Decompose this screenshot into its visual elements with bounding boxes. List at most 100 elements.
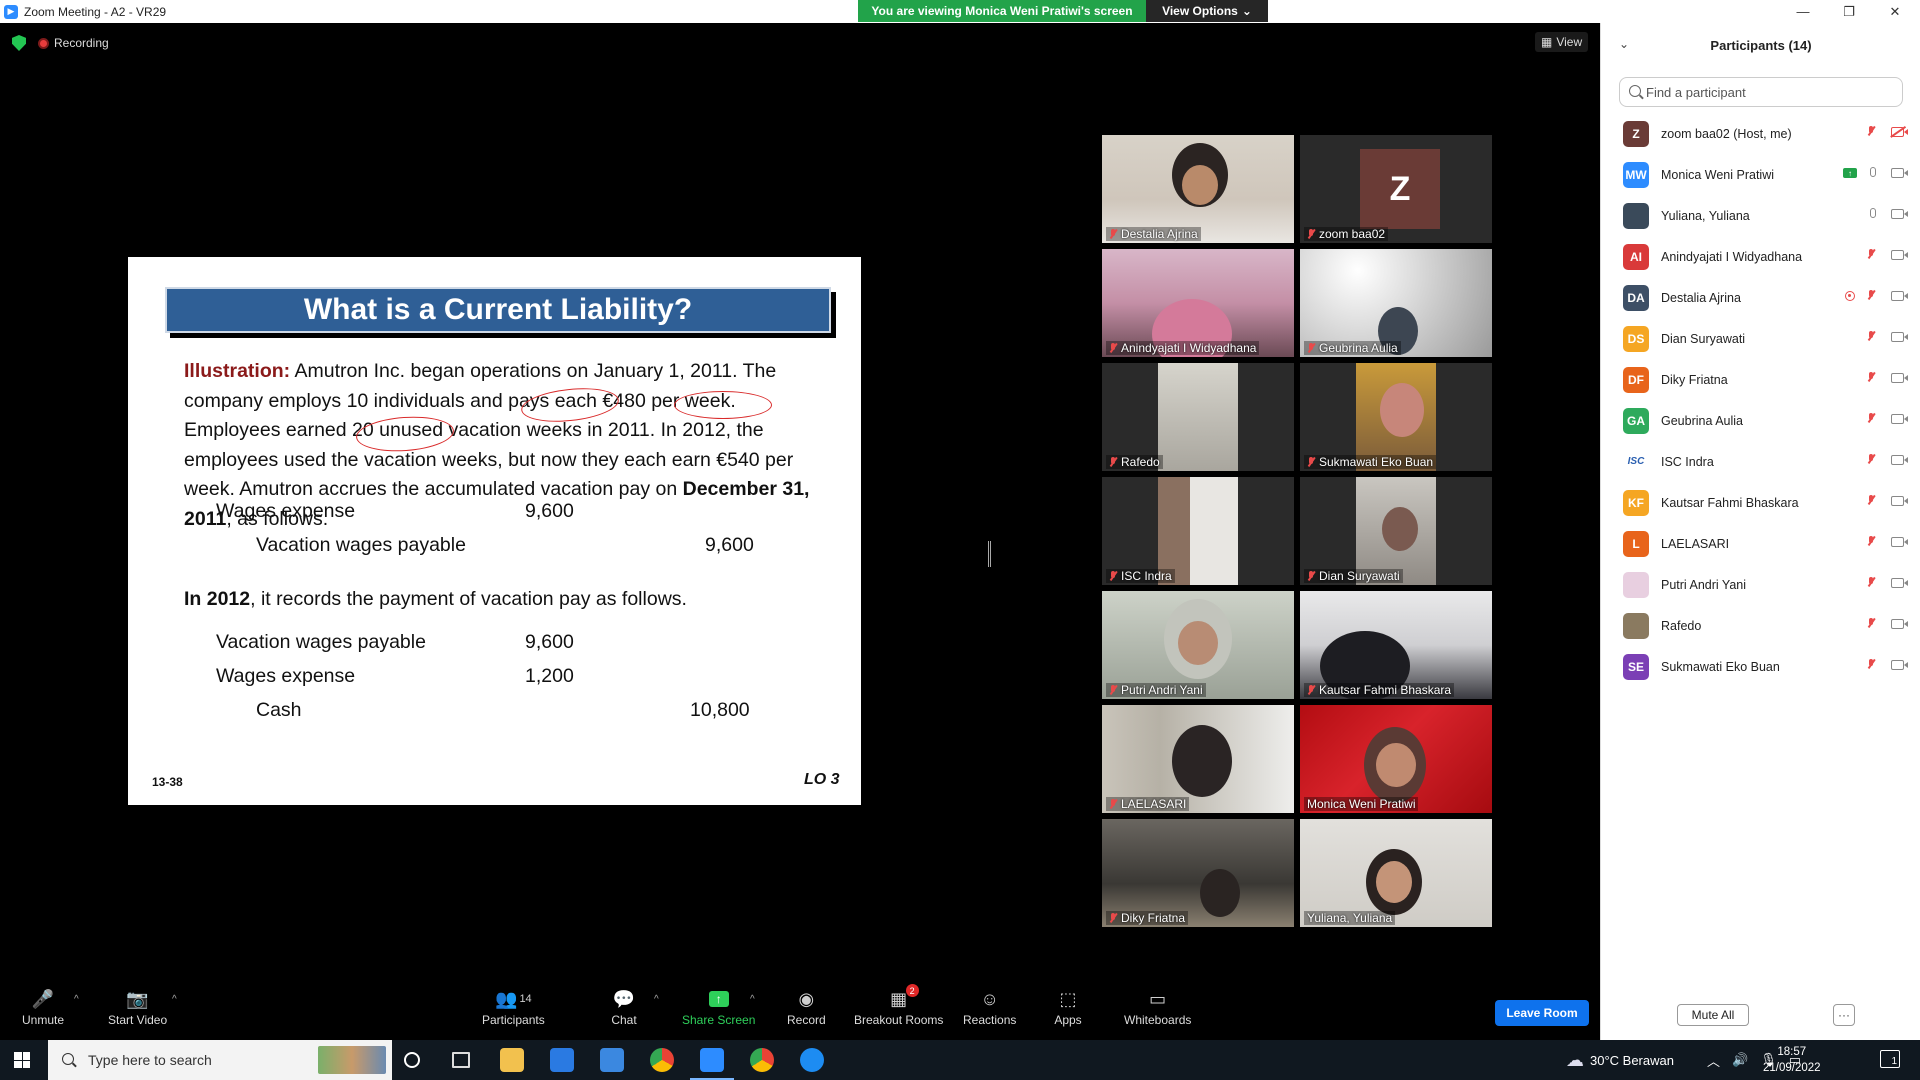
video-tile[interactable]: Geubrina Aulia — [1300, 249, 1492, 357]
restore-button[interactable]: ❐ — [1826, 0, 1872, 23]
view-options-button[interactable]: View Options ⌄ — [1146, 0, 1268, 22]
file-explorer-icon[interactable] — [500, 1048, 524, 1072]
zoom-taskbar-icon[interactable] — [690, 1048, 734, 1080]
participant-row[interactable]: ISC ISC Indra — [1601, 441, 1920, 482]
video-tile[interactable]: Destalia Ajrina — [1102, 135, 1294, 243]
video-camera-icon[interactable] — [1891, 414, 1908, 424]
tile-name: LAELASARI — [1106, 797, 1190, 811]
video-tile[interactable]: Z zoom baa02 — [1300, 135, 1492, 243]
video-tile[interactable]: Sukmawati Eko Buan — [1300, 363, 1492, 471]
video-tile[interactable]: Rafedo — [1102, 363, 1294, 471]
video-camera-icon[interactable] — [1891, 373, 1908, 383]
participant-row[interactable]: SE Sukmawati Eko Buan — [1601, 646, 1920, 687]
participant-row[interactable]: KF Kautsar Fahmi Bhaskara — [1601, 482, 1920, 523]
breakout-rooms-button[interactable]: ▦ 2 Breakout Rooms — [854, 984, 943, 1027]
shared-screen[interactable]: What is a Current Liability? Illustratio… — [6, 257, 982, 805]
video-off-icon[interactable] — [1891, 127, 1908, 137]
store-icon[interactable] — [550, 1048, 574, 1072]
volume-icon[interactable]: 🔊 — [1732, 1052, 1748, 1068]
video-tile[interactable]: Anindyajati I Widyadhana — [1102, 249, 1294, 357]
mic-muted-icon[interactable] — [1867, 659, 1875, 669]
mute-all-button[interactable]: Mute All — [1677, 1004, 1749, 1026]
video-camera-icon[interactable] — [1891, 578, 1908, 588]
video-options-chevron-icon[interactable]: ^ — [172, 994, 177, 1005]
participant-row[interactable]: DS Dian Suryawati — [1601, 318, 1920, 359]
video-camera-icon[interactable] — [1891, 455, 1908, 465]
chrome-icon[interactable] — [750, 1048, 774, 1072]
windows-start-icon[interactable] — [14, 1052, 30, 1068]
weather-text: 30°C Berawan — [1590, 1052, 1674, 1068]
video-tile[interactable]: Diky Friatna — [1102, 819, 1294, 927]
minimize-button[interactable]: — — [1780, 0, 1826, 23]
split-drag-handle[interactable] — [988, 541, 991, 567]
video-camera-icon[interactable] — [1891, 537, 1908, 547]
participant-row[interactable]: Zzoom baa02 (Host, me) — [1601, 113, 1920, 154]
teamviewer-icon[interactable] — [800, 1048, 824, 1072]
video-tile[interactable]: Putri Andri Yani — [1102, 591, 1294, 699]
participant-row[interactable]: Putri Andri Yani — [1601, 564, 1920, 605]
reactions-button[interactable]: ☺ Reactions — [963, 988, 1016, 1028]
video-tile[interactable]: Kautsar Fahmi Bhaskara — [1300, 591, 1492, 699]
video-tile[interactable]: LAELASARI — [1102, 705, 1294, 813]
video-camera-icon[interactable] — [1891, 496, 1908, 506]
mic-muted-icon[interactable] — [1867, 372, 1875, 382]
task-view-icon[interactable] — [452, 1052, 470, 1068]
participant-row[interactable]: L LAELASARI — [1601, 523, 1920, 564]
mic-muted-icon[interactable] — [1867, 577, 1875, 587]
share-options-chevron-icon[interactable]: ^ — [750, 994, 755, 1005]
video-tile-active-speaker[interactable]: Monica Weni Pratiwi — [1300, 705, 1492, 813]
chevron-up-icon[interactable]: ︿ — [1707, 1051, 1720, 1070]
share-screen-button[interactable]: ↑ Share Screen — [682, 988, 755, 1027]
notification-center-icon[interactable]: 1 — [1880, 1050, 1900, 1068]
mic-muted-icon[interactable] — [1867, 290, 1875, 300]
participant-row[interactable]: Yuliana, Yuliana — [1601, 195, 1920, 236]
start-video-button[interactable]: 📷 Start Video — [108, 988, 167, 1028]
participant-row[interactable]: Rafedo — [1601, 605, 1920, 646]
video-camera-icon[interactable] — [1891, 660, 1908, 670]
video-camera-icon[interactable] — [1891, 250, 1908, 260]
video-tile[interactable]: Yuliana, Yuliana — [1300, 819, 1492, 927]
video-camera-icon[interactable] — [1891, 168, 1908, 178]
chat-button[interactable]: 💬 Chat — [610, 988, 638, 1028]
view-layout-button[interactable]: ▦ View — [1535, 32, 1589, 52]
participant-row[interactable]: DA Destalia Ajrina — [1601, 277, 1920, 318]
mic-muted-icon[interactable] — [1867, 495, 1875, 505]
participant-row[interactable]: AI Anindyajati I Widyadhana — [1601, 236, 1920, 277]
encryption-shield-icon[interactable] — [12, 35, 26, 51]
video-camera-icon[interactable] — [1891, 332, 1908, 342]
video-tile[interactable]: Dian Suryawati — [1300, 477, 1492, 585]
mic-muted-icon[interactable] — [1867, 413, 1875, 423]
recording-indicator[interactable]: Recording — [38, 36, 109, 50]
find-participant-input[interactable]: Find a participant — [1619, 77, 1903, 107]
chrome-icon[interactable] — [650, 1048, 674, 1072]
cortana-icon[interactable] — [404, 1052, 420, 1068]
participant-row[interactable]: DF Diky Friatna — [1601, 359, 1920, 400]
mic-muted-icon[interactable] — [1867, 331, 1875, 341]
apps-button[interactable]: ⬚ Apps — [1054, 988, 1082, 1028]
participant-row[interactable]: GA Geubrina Aulia — [1601, 400, 1920, 441]
mic-muted-icon[interactable] — [1867, 618, 1875, 628]
taskbar-clock[interactable]: 18:57 21/09/2022 — [1763, 1044, 1821, 1076]
mail-icon[interactable] — [600, 1048, 624, 1072]
chat-options-chevron-icon[interactable]: ^ — [654, 994, 659, 1005]
microphone-icon[interactable] — [1870, 208, 1876, 218]
mic-muted-icon[interactable] — [1867, 536, 1875, 546]
more-options-button[interactable]: ··· — [1833, 1004, 1855, 1026]
participant-row[interactable]: MW Monica Weni Pratiwi ↑ — [1601, 154, 1920, 195]
video-camera-icon[interactable] — [1891, 619, 1908, 629]
video-tile[interactable]: ISC Indra — [1102, 477, 1294, 585]
mic-muted-icon[interactable] — [1867, 249, 1875, 259]
record-button[interactable]: ◉ Record — [787, 988, 826, 1028]
participants-button[interactable]: 👥 14 Participants — [482, 988, 545, 1028]
weather-widget[interactable]: ☁ 30°C Berawan — [1566, 1040, 1674, 1080]
close-button[interactable]: ✕ — [1872, 0, 1918, 23]
leave-room-button[interactable]: Leave Room — [1495, 1000, 1589, 1026]
video-camera-icon[interactable] — [1891, 291, 1908, 301]
audio-options-chevron-icon[interactable]: ^ — [74, 994, 79, 1005]
mic-muted-icon[interactable] — [1867, 126, 1875, 136]
mic-muted-icon[interactable] — [1867, 454, 1875, 464]
whiteboards-button[interactable]: ▭ Whiteboards — [1124, 988, 1191, 1028]
microphone-icon[interactable] — [1870, 167, 1876, 177]
video-camera-icon[interactable] — [1891, 209, 1908, 219]
unmute-button[interactable]: 🎤 Unmute — [22, 988, 64, 1028]
